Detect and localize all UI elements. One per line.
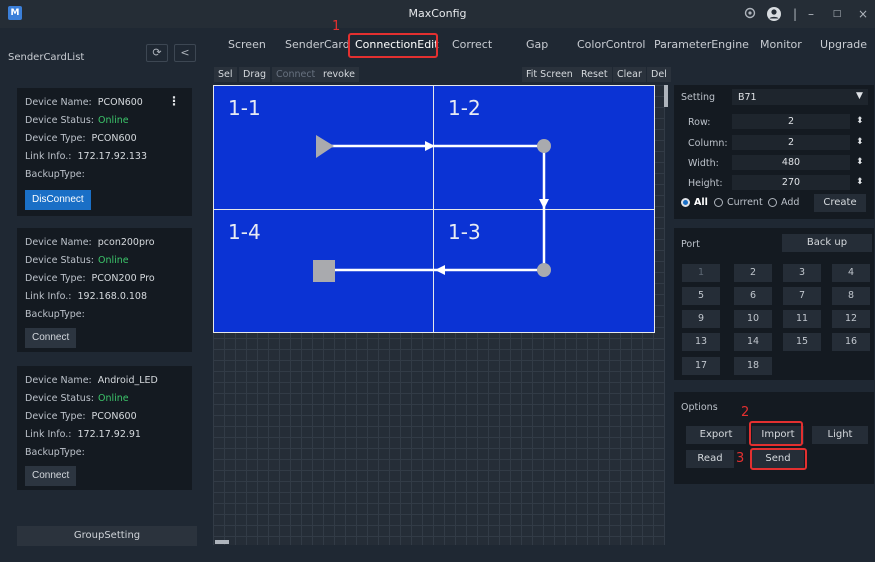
row-label: Row:: [688, 117, 711, 128]
connection-node[interactable]: [537, 139, 551, 153]
spinner-icon[interactable]: ⬍: [856, 137, 864, 147]
width-label: Width:: [688, 158, 719, 169]
port-button[interactable]: 12: [832, 310, 870, 328]
port-button[interactable]: 13: [682, 333, 720, 351]
setting-label: Setting: [681, 92, 716, 103]
connection-lines: [330, 144, 546, 272]
export-button[interactable]: Export: [686, 426, 746, 444]
radio-current[interactable]: [714, 198, 723, 207]
spinner-icon[interactable]: ⬍: [856, 157, 864, 167]
spinner-icon[interactable]: ⬍: [856, 116, 864, 126]
arrow-left-icon: [435, 265, 445, 275]
port-button[interactable]: 14: [734, 333, 772, 351]
create-button[interactable]: Create: [814, 194, 866, 212]
port-button[interactable]: 2: [734, 264, 772, 282]
port-button[interactable]: 16: [832, 333, 870, 351]
port-button[interactable]: 15: [783, 333, 821, 351]
port-button[interactable]: 9: [682, 310, 720, 328]
start-marker-icon[interactable]: [316, 135, 334, 158]
port-button[interactable]: 3: [783, 264, 821, 282]
port-button[interactable]: 17: [682, 357, 720, 375]
end-marker-icon[interactable]: [313, 260, 335, 282]
chevron-down-icon[interactable]: ▼: [856, 91, 863, 101]
port-button[interactable]: 6: [734, 287, 772, 305]
annotation-number: 2: [741, 405, 750, 420]
import-button[interactable]: Import: [752, 426, 804, 444]
arrow-down-icon: [539, 199, 549, 209]
port-button[interactable]: 8: [832, 287, 870, 305]
port-label: Port: [681, 239, 700, 250]
setting-value: B71: [738, 92, 757, 103]
back-up-button[interactable]: Back up: [782, 234, 872, 252]
port-button[interactable]: 7: [783, 287, 821, 305]
connection-node[interactable]: [537, 263, 551, 277]
column-input[interactable]: 2: [732, 135, 850, 150]
row-input[interactable]: 2: [732, 114, 850, 129]
port-button[interactable]: 10: [734, 310, 772, 328]
port-button[interactable]: 1: [682, 264, 720, 282]
radio-add-label: Add: [781, 197, 800, 208]
height-input[interactable]: 270: [732, 175, 850, 190]
read-button[interactable]: Read: [686, 450, 734, 468]
radio-all-label: All: [694, 197, 708, 208]
spinner-icon[interactable]: ⬍: [856, 177, 864, 187]
port-button[interactable]: 11: [783, 310, 821, 328]
annotation-number: 3: [736, 451, 745, 466]
column-label: Column:: [688, 138, 728, 149]
arrow-right-icon: [425, 141, 435, 151]
port-button[interactable]: 5: [682, 287, 720, 305]
port-button[interactable]: 18: [734, 357, 772, 375]
height-label: Height:: [688, 178, 723, 189]
options-label: Options: [681, 402, 718, 413]
port-button[interactable]: 4: [832, 264, 870, 282]
radio-add[interactable]: [768, 198, 777, 207]
send-button[interactable]: Send: [752, 450, 804, 468]
width-input[interactable]: 480: [732, 155, 850, 170]
radio-all[interactable]: [681, 198, 690, 207]
radio-current-label: Current: [727, 197, 763, 208]
light-button[interactable]: Light: [812, 426, 868, 444]
